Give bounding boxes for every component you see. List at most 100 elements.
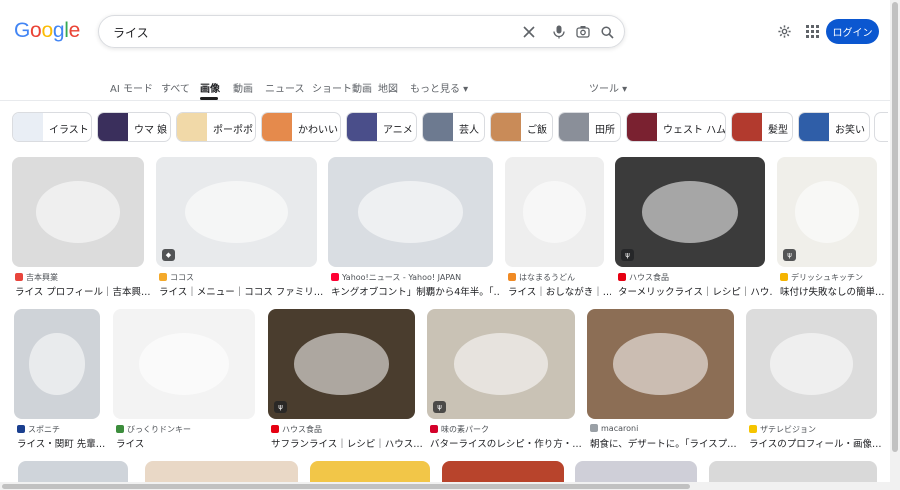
result-source[interactable]: びっくりドンキー: [116, 424, 191, 435]
tab-0[interactable]: AI モード: [110, 80, 153, 95]
thumbnail-subject: [613, 333, 708, 395]
tab-3[interactable]: 動画: [233, 80, 253, 95]
recipe-badge-icon: ψ: [783, 249, 796, 261]
result-thumbnail[interactable]: ψ: [777, 157, 877, 267]
chip-9[interactable]: 髪型: [731, 112, 793, 142]
site-favicon-icon: [508, 273, 516, 281]
settings-gear-icon[interactable]: [775, 22, 793, 40]
result-thumbnail[interactable]: ψ: [615, 157, 765, 267]
vertical-scroll-thumb[interactable]: [892, 2, 898, 452]
thumbnail-subject: [522, 181, 587, 243]
recipe-badge-icon: ψ: [621, 249, 634, 261]
search-icon[interactable]: [598, 23, 616, 41]
chip-7[interactable]: 田所: [558, 112, 621, 142]
result-thumbnail[interactable]: [113, 309, 255, 419]
site-favicon-icon: [749, 425, 757, 433]
apps-grid-icon[interactable]: [803, 22, 821, 40]
chip-8[interactable]: ウェスト ハム: [626, 112, 726, 142]
chip-overflow[interactable]: [874, 112, 888, 142]
lens-icon[interactable]: [574, 23, 592, 41]
result-source[interactable]: ハウス食品: [618, 272, 669, 283]
chip-10[interactable]: お笑い: [798, 112, 870, 142]
result-source[interactable]: macaroni: [590, 424, 638, 433]
source-name: Yahoo!ニュース - Yahoo! JAPAN: [342, 273, 462, 282]
chip-thumbnail: [262, 113, 292, 141]
result-source[interactable]: はなまるうどん: [508, 272, 575, 283]
source-name: デリッシュキッチン: [791, 273, 863, 282]
chip-label: 田所: [595, 125, 615, 136]
chip-label: ご飯: [527, 125, 547, 136]
chip-4[interactable]: アニメ: [346, 112, 417, 142]
chip-label: ウェスト ハム: [663, 125, 726, 136]
result-thumbnail[interactable]: [12, 157, 144, 267]
result-thumbnail[interactable]: [14, 309, 100, 419]
tab-7[interactable]: もっと見る ▾: [410, 80, 468, 95]
result-source[interactable]: 味の素パーク: [430, 424, 489, 435]
tab-1[interactable]: すべて: [161, 80, 190, 95]
microphone-icon[interactable]: [550, 23, 568, 41]
result-thumbnail[interactable]: [746, 309, 877, 419]
chip-label: 髪型: [768, 125, 788, 136]
horizontal-scroll-thumb[interactable]: [2, 484, 690, 489]
tab-4[interactable]: ニュース: [265, 80, 305, 95]
thumbnail-subject: [453, 333, 549, 395]
site-favicon-icon: [780, 273, 788, 281]
source-name: びっくりドンキー: [127, 425, 191, 434]
tab-5[interactable]: ショート動画: [312, 80, 372, 95]
result-source[interactable]: ハウス食品: [271, 424, 322, 435]
result-title[interactable]: サフランライス｜レシピ｜ハウス…: [271, 436, 422, 450]
logo-letter: g: [52, 19, 65, 42]
result-title[interactable]: バターライスのレシピ・作り方・…: [430, 436, 582, 450]
chip-6[interactable]: ご飯: [490, 112, 553, 142]
result-thumbnail[interactable]: [587, 309, 734, 419]
site-favicon-icon: [331, 273, 339, 281]
search-input[interactable]: ライス: [113, 24, 149, 41]
google-logo[interactable]: Google: [14, 19, 80, 43]
login-button[interactable]: ログイン: [826, 19, 879, 44]
result-thumbnail[interactable]: ψ: [268, 309, 415, 419]
search-box[interactable]: ライス: [98, 15, 625, 48]
thumbnail-subject: [184, 181, 288, 243]
source-name: macaroni: [601, 424, 639, 433]
chip-thumbnail: [627, 113, 657, 141]
chip-label: かわいい: [298, 125, 338, 136]
result-title[interactable]: ライス: [116, 436, 262, 450]
site-favicon-icon: [17, 425, 25, 433]
chip-3[interactable]: かわいい: [261, 112, 341, 142]
result-source[interactable]: ザテレビジョン: [749, 424, 816, 435]
result-source[interactable]: ココス: [159, 272, 194, 283]
tab-2[interactable]: 画像: [200, 80, 220, 95]
result-source[interactable]: 吉本興業: [15, 272, 58, 283]
tab-6[interactable]: 地図: [378, 80, 398, 95]
chip-thumbnail: [491, 113, 521, 141]
chip-thumbnail: [799, 113, 829, 141]
result-title[interactable]: キングオブコント」制覇から4年半。「…: [331, 284, 500, 298]
source-name: 味の素パーク: [441, 425, 489, 434]
tools-button[interactable]: ツール ▾: [589, 80, 627, 95]
result-thumbnail[interactable]: ◆: [156, 157, 317, 267]
chip-0[interactable]: イラスト: [12, 112, 92, 142]
result-title[interactable]: ライス｜おしながき｜…: [508, 284, 611, 298]
chip-1[interactable]: ウマ 娘: [97, 112, 171, 142]
clear-icon[interactable]: [520, 23, 538, 41]
result-title[interactable]: ターメリックライス｜レシピ｜ハウ…: [618, 284, 772, 298]
chip-thumbnail: [423, 113, 453, 141]
result-source[interactable]: スポニチ: [17, 424, 60, 435]
source-name: ハウス食品: [282, 425, 322, 434]
result-title[interactable]: ライス プロフィール｜吉本興…: [15, 284, 151, 298]
result-thumbnail[interactable]: [505, 157, 604, 267]
result-title[interactable]: 朝食に、デザートに。「ライスプ…: [590, 436, 741, 450]
result-title[interactable]: ライス｜メニュー｜ココス ファミリ…: [159, 284, 324, 298]
chip-thumbnail: [347, 113, 377, 141]
chip-5[interactable]: 芸人: [422, 112, 485, 142]
result-thumbnail[interactable]: ψ: [427, 309, 575, 419]
result-source[interactable]: Yahoo!ニュース - Yahoo! JAPAN: [331, 272, 461, 283]
thumbnail-subject: [294, 333, 389, 395]
result-title[interactable]: ライスのプロフィール・画像…: [749, 436, 884, 450]
chip-2[interactable]: ポーポポ: [176, 112, 256, 142]
result-title[interactable]: 味付け失敗なしの簡単…: [780, 284, 884, 298]
result-thumbnail[interactable]: [328, 157, 493, 267]
result-source[interactable]: デリッシュキッチン: [780, 272, 863, 283]
header-divider: [0, 100, 900, 101]
result-title[interactable]: ライス・関町 先輩…: [17, 436, 107, 450]
